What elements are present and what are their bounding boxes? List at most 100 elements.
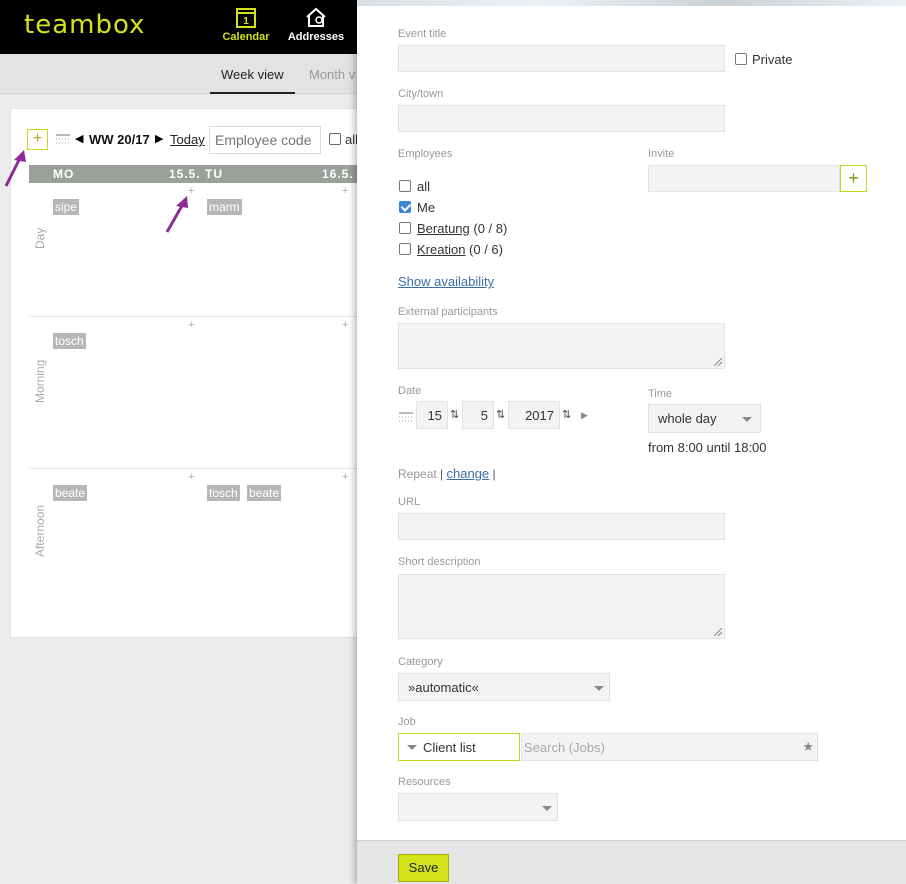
employee-all-checkbox[interactable] [399, 180, 411, 192]
time-range: from 8:00 until 18:00 [648, 440, 767, 455]
job-client-list-dropdown[interactable]: Client list [398, 733, 520, 761]
date-label: Date [398, 385, 422, 397]
private-checkbox[interactable] [735, 53, 747, 65]
add-slot-mo-afternoon[interactable]: + [188, 471, 194, 483]
employee-me-checkbox[interactable] [399, 201, 411, 213]
external-participants-textarea[interactable] [398, 323, 725, 369]
repeat-separator: | [492, 467, 496, 481]
calendar-toolbar: + ◀ WW 20/17 ▶ Today all [11, 126, 359, 154]
add-slot-tu-morning[interactable]: + [342, 319, 348, 331]
calendar-row-day: Day + + sipe marm [29, 185, 361, 317]
resources-select[interactable] [398, 793, 558, 821]
category-select[interactable]: »automatic« [398, 673, 610, 701]
employee-kreation-row: Kreation (0 / 6) [417, 242, 503, 257]
employee-chip[interactable]: tosch [207, 485, 240, 501]
private-label: Private [752, 52, 793, 67]
date-day-spinner-icon[interactable]: ⇅ [450, 408, 459, 421]
day-name-tu: TU [205, 167, 223, 181]
nav-addresses[interactable]: Addresses [286, 6, 346, 43]
employee-beratung-checkbox[interactable] [399, 222, 411, 234]
add-event-button[interactable]: + [27, 129, 48, 150]
teambox-logo: teambox [24, 10, 146, 40]
row-label-day: Day [33, 227, 47, 249]
job-search-input[interactable]: Search (Jobs) ★ [521, 733, 818, 761]
employee-chip[interactable]: sipe [53, 199, 80, 215]
event-title-label: Event title [398, 28, 447, 40]
day-name-mo: MO [53, 167, 75, 181]
calendar-card: + ◀ WW 20/17 ▶ Today all MO 15.5. TU 16.… [10, 108, 361, 639]
add-slot-mo-morning[interactable]: + [188, 319, 194, 331]
time-select-value: whole day [658, 411, 717, 426]
save-button[interactable]: Save [398, 854, 449, 882]
day-header: MO 15.5. TU 16.5. [29, 165, 361, 183]
kreation-link[interactable]: Kreation [417, 242, 465, 257]
add-slot-tu-afternoon[interactable]: + [342, 471, 348, 483]
today-link[interactable]: Today [170, 132, 205, 147]
short-description-label: Short description [398, 556, 481, 568]
star-icon[interactable]: ★ [802, 739, 814, 755]
annotation-arrow-icon [4, 150, 26, 187]
beratung-count: (0 / 8) [469, 221, 508, 236]
week-label: WW 20/17 [89, 132, 150, 147]
calendar-row-afternoon: Afternoon + + beate tosch beate [29, 469, 361, 639]
nav-addresses-label: Addresses [287, 31, 345, 43]
external-participants-label: External participants [398, 306, 498, 318]
city-label: City/town [398, 88, 444, 100]
chevron-down-icon [742, 417, 752, 422]
employee-chip[interactable]: tosch [53, 333, 86, 349]
panel-top-strip [357, 0, 906, 6]
tab-month-view[interactable]: Month v [309, 67, 355, 82]
calendar-row-morning: Morning + + tosch [29, 317, 361, 469]
employee-me-label: Me [417, 200, 436, 215]
invite-input[interactable] [648, 165, 840, 192]
resize-handle-icon[interactable] [714, 358, 722, 366]
event-title-input[interactable] [398, 45, 725, 72]
employee-chip[interactable]: beate [53, 485, 88, 501]
beratung-link[interactable]: Beratung [417, 221, 470, 236]
category-label: Category [398, 656, 443, 668]
job-search-placeholder: Search (Jobs) [524, 740, 605, 755]
home-pin-icon [306, 7, 326, 27]
svg-text:1: 1 [243, 16, 249, 27]
repeat-row: Repeat | change | [398, 466, 496, 481]
repeat-label: Repeat [398, 467, 437, 481]
repeat-change-link[interactable]: change [447, 466, 490, 481]
url-input[interactable] [398, 513, 725, 540]
date-month-input[interactable]: 5 [462, 401, 494, 429]
date-day-input[interactable]: 15 [416, 401, 448, 429]
employee-chip[interactable]: beate [247, 485, 282, 501]
date-year-input[interactable]: 2017 [508, 401, 560, 429]
invite-label: Invite [648, 148, 675, 160]
tab-week-view[interactable]: Week view [221, 67, 284, 82]
chevron-down-icon [542, 806, 552, 811]
nav-calendar-label: Calendar [222, 31, 270, 43]
date-picker-icon[interactable] [56, 134, 70, 144]
event-form-panel: Event title Private City/town Employees … [357, 0, 906, 884]
url-label: URL [398, 496, 421, 508]
next-week-arrow[interactable]: ▶ [155, 132, 163, 145]
date-month-value: 5 [480, 408, 488, 423]
all-checkbox[interactable] [329, 133, 341, 145]
prev-week-arrow[interactable]: ◀ [75, 132, 83, 145]
top-bar: teambox 1 Calendar Addresses [0, 0, 360, 54]
employee-kreation-checkbox[interactable] [399, 243, 411, 255]
employee-code-input[interactable] [209, 126, 321, 154]
short-description-textarea[interactable] [398, 574, 725, 639]
date-picker-icon[interactable] [399, 412, 413, 422]
show-availability-link[interactable]: Show availability [398, 274, 494, 289]
nav-calendar[interactable]: 1 Calendar [222, 6, 270, 43]
date-next-arrow-icon[interactable]: ▶ [581, 410, 588, 421]
time-select[interactable]: whole day [648, 404, 761, 433]
resources-label: Resources [398, 776, 451, 788]
row-label-morning: Morning [33, 359, 47, 403]
city-input[interactable] [398, 105, 725, 132]
date-year-spinner-icon[interactable]: ⇅ [562, 408, 571, 421]
employee-beratung-row: Beratung (0 / 8) [417, 221, 507, 236]
day-date-tu: 16.5. [322, 167, 354, 181]
employee-chip[interactable]: marm [207, 199, 242, 215]
date-month-spinner-icon[interactable]: ⇅ [496, 408, 505, 421]
annotation-arrow-icon [165, 196, 188, 233]
resize-handle-icon[interactable] [714, 628, 722, 636]
add-slot-tu-day[interactable]: + [342, 185, 348, 197]
invite-add-button[interactable]: + [840, 165, 867, 192]
